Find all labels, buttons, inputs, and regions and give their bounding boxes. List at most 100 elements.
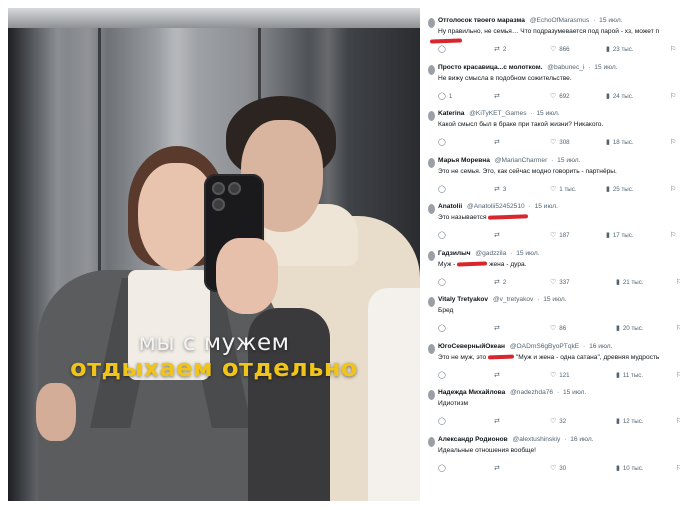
author-handle[interactable]: @OADmS6gByoPTqkE	[510, 343, 579, 350]
views-count: 10 тыс.	[622, 464, 644, 472]
views-button[interactable]: ▮ 10 тыс.	[616, 464, 644, 472]
author-name[interactable]: Надежда Михайлова	[438, 389, 505, 396]
reply-header: Александр Родионов @alextushinskiy · 16 …	[438, 423, 680, 444]
red-redaction-mark	[488, 214, 529, 220]
reply-header: Отголосок твоего маразма @EchoOfMarasmus…	[438, 4, 680, 25]
reply-time[interactable]: 15 июл.	[543, 296, 566, 303]
reply-item[interactable]: Марья Моревна @MarianCharmer · 15 июл. Э…	[428, 144, 680, 193]
repost-button[interactable]: ⇄	[494, 464, 503, 472]
woman-hand	[216, 238, 278, 314]
reply-text: Это не семья. Это, как сейчас модно гово…	[438, 167, 617, 175]
reply-time[interactable]: 15 июл.	[594, 64, 617, 71]
reply-header: Vitaly Tretyakov @v_tretyakov · 15 июл.	[438, 283, 680, 304]
author-handle[interactable]: @gadzzila	[475, 250, 506, 257]
reply-text: Муж - жена - дура.	[438, 260, 680, 270]
avatar[interactable]	[428, 157, 435, 168]
separator-dot: ·	[583, 342, 586, 350]
author-handle[interactable]: @v_tretyakov	[493, 296, 533, 303]
author-handle[interactable]: @alextushinskiy	[513, 436, 561, 443]
reply-text-body: Это называется	[438, 214, 487, 221]
reply-text: Идиотизм	[438, 400, 469, 407]
reply-text: Это называется	[438, 213, 680, 223]
reply-time[interactable]: 15 июл.	[557, 157, 580, 164]
bookmark-icon: ⚐	[676, 464, 680, 472]
separator-dot: ·	[528, 203, 531, 210]
reply-header: ЮгоСеверныйОкеан @OADmS6gByoPTqkE · 16 и…	[438, 330, 680, 351]
reply-header: Надежда Михайлова @nadezhda76 · 15 июл.	[438, 376, 680, 397]
red-redaction-mark	[457, 261, 488, 267]
reply-item[interactable]: Александр Родионов @alextushinskiy · 16 …	[428, 423, 680, 472]
separator-dot: ·	[556, 389, 560, 396]
reply-item[interactable]: Anatolii @Anatolii52452510 · 15 июл. Это…	[428, 190, 680, 239]
author-name[interactable]: Vitaly Tretyakov	[438, 296, 488, 303]
reply-time[interactable]: 16 июл.	[570, 436, 593, 443]
bookmark-button[interactable]: ⚐	[676, 464, 680, 472]
author-handle[interactable]: @Anatolii52452510	[467, 203, 525, 210]
avatar[interactable]	[428, 64, 435, 75]
author-handle[interactable]: @MarianCharmer	[495, 157, 548, 164]
camera-lens-icon	[228, 182, 241, 195]
avatar[interactable]	[428, 18, 435, 28]
red-redaction-mark	[488, 354, 515, 360]
heart-icon: ♡	[550, 464, 557, 472]
reply-time[interactable]: 15 июл.	[563, 389, 586, 396]
reply-time[interactable]: 15 июл.	[599, 17, 622, 24]
reply-item[interactable]: Отголосок твоего маразма @EchoOfMarasmus…	[428, 4, 680, 53]
reply-button[interactable]: ◯	[438, 464, 449, 472]
reply-text-body: Муж -	[438, 260, 456, 268]
reply-time[interactable]: 15 июл.	[536, 110, 559, 117]
author-name[interactable]: ЮгоСеверныйОкеан	[438, 343, 505, 350]
like-button[interactable]: ♡ 30	[550, 464, 566, 472]
repost-icon: ⇄	[494, 464, 500, 472]
author-name[interactable]: Katerina	[438, 110, 464, 117]
author-handle[interactable]: @EchoOfMarasmus	[530, 17, 589, 24]
avatar[interactable]	[428, 204, 435, 214]
reply-item[interactable]: Просто красавица...с молотком. @babunec_…	[428, 51, 680, 100]
reply-item[interactable]: Надежда Михайлова @nadezhda76 · 15 июл. …	[428, 376, 680, 425]
author-handle[interactable]: @KiTyKET_Games	[469, 110, 526, 117]
caption-line-1: мы с мужем	[138, 330, 290, 356]
author-handle[interactable]: @babunec_i	[547, 64, 584, 71]
reply-header: Просто красавица...с молотком. @babunec_…	[438, 51, 680, 72]
red-underline-mark	[429, 38, 463, 44]
replies-list: Отголосок твоего маразма @EchoOfMarasmus…	[428, 4, 680, 472]
reply-time[interactable]: 15 июл.	[516, 250, 539, 257]
author-name[interactable]: Просто красавица...с молотком.	[438, 64, 542, 71]
reply-text: Идеальные отношения вообще!	[438, 446, 537, 454]
reply-header: Гадзилыч @gadzzila · 15 июл.	[438, 237, 680, 258]
reply-item[interactable]: Katerina @KiTyKET_Games · 15 июл. Какой …	[428, 97, 680, 146]
author-name[interactable]: Александр Родионов	[438, 436, 508, 443]
man-hand	[36, 383, 76, 441]
elevator-selfie-photo: мы с мужем отдыхаем отдельно	[8, 8, 420, 501]
man-shirt-sleeve	[368, 288, 420, 501]
camera-lens-icon	[212, 198, 225, 211]
reply-time[interactable]: 16 июл.	[589, 343, 612, 350]
reply-item[interactable]: Гадзилыч @gadzzila · 15 июл. Муж - жена …	[428, 237, 680, 286]
separator-dot: ·	[510, 249, 513, 257]
avatar[interactable]	[428, 250, 435, 261]
avatar[interactable]	[428, 343, 435, 354]
reply-item[interactable]: ЮгоСеверныйОкеан @OADmS6gByoPTqkE · 16 и…	[428, 330, 680, 379]
avatar[interactable]	[428, 390, 435, 400]
author-name[interactable]: Гадзилыч	[438, 250, 471, 257]
author-name[interactable]: Отголосок твоего маразма	[438, 17, 525, 24]
views-icon: ▮	[616, 464, 620, 472]
avatar[interactable]	[428, 436, 435, 447]
avatar[interactable]	[428, 297, 435, 307]
reply-header: Anatolii @Anatolii52452510 · 15 июл.	[438, 190, 680, 211]
separator-dot: ·	[564, 435, 567, 443]
reply-item[interactable]: Vitaly Tretyakov @v_tretyakov · 15 июл. …	[428, 283, 680, 332]
author-name[interactable]: Anatolii	[438, 203, 462, 210]
reply-text-after: "Муж и жена - одна сатана", древняя мудр…	[515, 353, 660, 361]
author-handle[interactable]: @nadezhda76	[510, 389, 553, 396]
reply-time[interactable]: 15 июл.	[535, 203, 558, 210]
caption-line-2: отдыхаем отдельно	[70, 354, 358, 382]
elevator-ceiling	[8, 8, 420, 28]
reply-text: Это не муж, это "Муж и жена - одна сатан…	[438, 353, 680, 363]
separator-dot: ·	[530, 110, 533, 117]
author-name[interactable]: Марья Моревна	[438, 157, 490, 164]
avatar[interactable]	[428, 111, 435, 121]
camera-lens-icon	[212, 182, 225, 195]
reply-header: Марья Моревна @MarianCharmer · 15 июл.	[438, 144, 680, 165]
reply-text-body: Ну правильно, не семья… Что подразумевае…	[438, 28, 660, 35]
